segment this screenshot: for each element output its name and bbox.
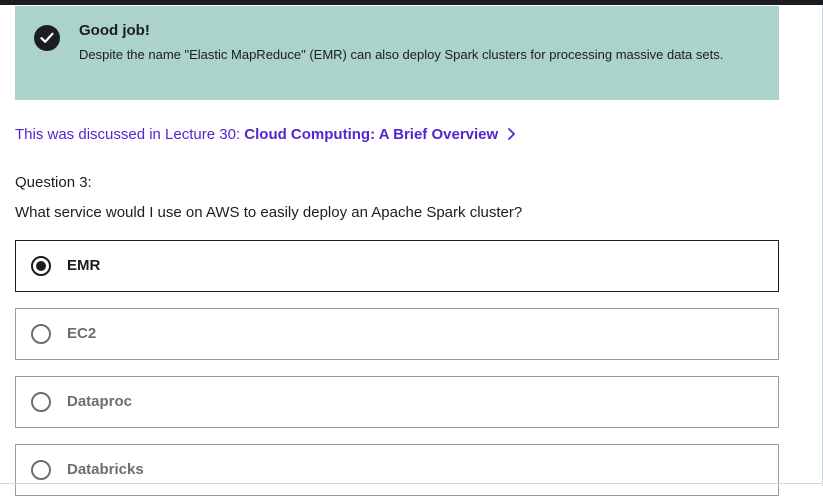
answer-option-label: Databricks <box>67 461 144 478</box>
bottom-divider <box>0 483 823 484</box>
answer-option-emr[interactable]: EMR <box>15 240 779 292</box>
feedback-message: Despite the name "Elastic MapReduce" (EM… <box>79 47 724 62</box>
answer-option-ec2[interactable]: EC2 <box>15 308 779 360</box>
radio-unselected-icon[interactable] <box>31 392 51 412</box>
radio-unselected-icon[interactable] <box>31 460 51 480</box>
answer-option-label: EMR <box>67 257 101 274</box>
top-bar <box>0 0 823 5</box>
radio-selected-icon[interactable] <box>31 256 51 276</box>
feedback-title: Good job! <box>79 22 150 39</box>
chevron-right-icon <box>508 128 516 140</box>
lecture-link-prefix: This was discussed in Lecture 30: <box>15 126 245 143</box>
lecture-link-title[interactable]: Cloud Computing: A Brief Overview <box>244 126 498 143</box>
answer-option-dataproc[interactable]: Dataproc <box>15 376 779 428</box>
lecture-link[interactable]: This was discussed in Lecture 30: Cloud … <box>15 126 516 143</box>
question-number: Question 3: <box>15 174 92 191</box>
question-text: What service would I use on AWS to easil… <box>15 204 523 221</box>
feedback-banner: Good job! Despite the name "Elastic MapR… <box>15 6 779 100</box>
answer-option-label: Dataproc <box>67 393 133 410</box>
answer-option-label: EC2 <box>67 325 97 342</box>
radio-unselected-icon[interactable] <box>31 324 51 344</box>
answer-option-databricks[interactable]: Databricks <box>15 444 779 496</box>
check-icon <box>34 25 60 51</box>
